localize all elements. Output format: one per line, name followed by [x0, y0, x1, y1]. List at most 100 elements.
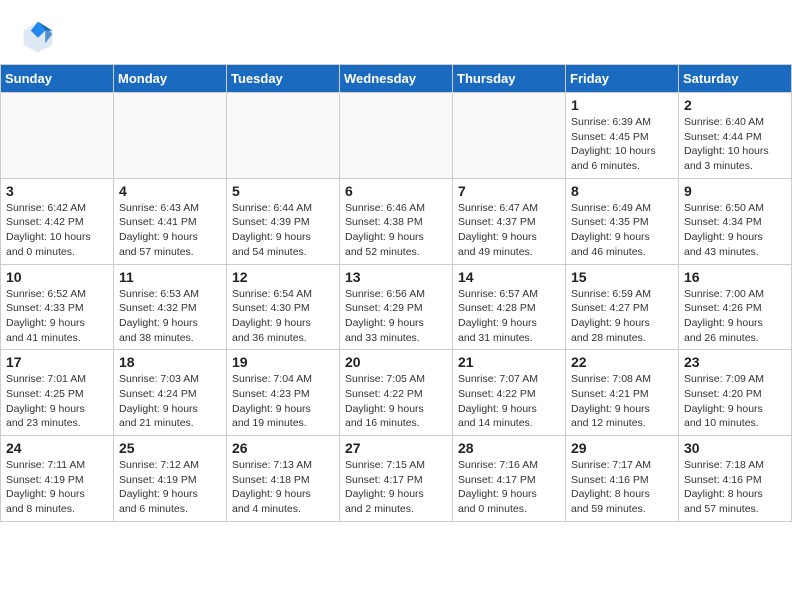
week-row-1: 1 Sunrise: 6:39 AM Sunset: 4:45 PM Daylig… [1, 93, 792, 179]
day-info: Sunrise: 7:03 AM Sunset: 4:24 PM Dayligh… [119, 372, 221, 431]
calendar-cell: 17 Sunrise: 7:01 AM Sunset: 4:25 PM Dayli… [1, 350, 114, 436]
calendar-cell: 4 Sunrise: 6:43 AM Sunset: 4:41 PM Daylig… [114, 178, 227, 264]
day-info: Sunrise: 6:43 AM Sunset: 4:41 PM Dayligh… [119, 201, 221, 260]
day-info: Sunrise: 7:18 AM Sunset: 4:16 PM Dayligh… [684, 458, 786, 517]
weekday-header-monday: Monday [114, 65, 227, 93]
weekday-header-wednesday: Wednesday [340, 65, 453, 93]
day-number: 2 [684, 97, 786, 113]
weekday-header-tuesday: Tuesday [227, 65, 340, 93]
day-info: Sunrise: 7:00 AM Sunset: 4:26 PM Dayligh… [684, 287, 786, 346]
day-info: Sunrise: 7:15 AM Sunset: 4:17 PM Dayligh… [345, 458, 447, 517]
day-number: 18 [119, 354, 221, 370]
day-number: 15 [571, 269, 673, 285]
day-number: 7 [458, 183, 560, 199]
weekday-header-thursday: Thursday [453, 65, 566, 93]
calendar-cell: 20 Sunrise: 7:05 AM Sunset: 4:22 PM Dayli… [340, 350, 453, 436]
calendar-cell: 13 Sunrise: 6:56 AM Sunset: 4:29 PM Dayli… [340, 264, 453, 350]
day-info: Sunrise: 7:08 AM Sunset: 4:21 PM Dayligh… [571, 372, 673, 431]
calendar-cell: 27 Sunrise: 7:15 AM Sunset: 4:17 PM Dayli… [340, 436, 453, 522]
day-number: 27 [345, 440, 447, 456]
day-number: 4 [119, 183, 221, 199]
day-info: Sunrise: 7:09 AM Sunset: 4:20 PM Dayligh… [684, 372, 786, 431]
calendar-cell: 29 Sunrise: 7:17 AM Sunset: 4:16 PM Dayli… [566, 436, 679, 522]
day-number: 1 [571, 97, 673, 113]
calendar-cell: 12Sunrise: 6:54 AM Sunset: 4:30 PM Dayli… [227, 264, 340, 350]
day-number: 8 [571, 183, 673, 199]
calendar-cell [1, 93, 114, 179]
weekday-header-friday: Friday [566, 65, 679, 93]
calendar-cell [453, 93, 566, 179]
day-info: Sunrise: 6:39 AM Sunset: 4:45 PM Dayligh… [571, 115, 673, 174]
calendar-cell: 26 Sunrise: 7:13 AM Sunset: 4:18 PM Dayli… [227, 436, 340, 522]
day-info: Sunrise: 6:50 AM Sunset: 4:34 PM Dayligh… [684, 201, 786, 260]
week-row-4: 17 Sunrise: 7:01 AM Sunset: 4:25 PM Dayli… [1, 350, 792, 436]
day-number: 13 [345, 269, 447, 285]
calendar-cell [227, 93, 340, 179]
day-info: Sunrise: 7:04 AM Sunset: 4:23 PM Dayligh… [232, 372, 334, 431]
day-number: 12 [232, 269, 334, 285]
day-number: 16 [684, 269, 786, 285]
day-number: 22 [571, 354, 673, 370]
day-number: 30 [684, 440, 786, 456]
calendar-cell: 9 Sunrise: 6:50 AM Sunset: 4:34 PM Daylig… [679, 178, 792, 264]
calendar-cell: 23 Sunrise: 7:09 AM Sunset: 4:20 PM Dayli… [679, 350, 792, 436]
day-info: Sunrise: 7:17 AM Sunset: 4:16 PM Dayligh… [571, 458, 673, 517]
day-number: 29 [571, 440, 673, 456]
calendar-cell: 16 Sunrise: 7:00 AM Sunset: 4:26 PM Dayli… [679, 264, 792, 350]
day-info: Sunrise: 6:46 AM Sunset: 4:38 PM Dayligh… [345, 201, 447, 260]
calendar-cell: 6 Sunrise: 6:46 AM Sunset: 4:38 PM Daylig… [340, 178, 453, 264]
day-number: 24 [6, 440, 108, 456]
day-number: 28 [458, 440, 560, 456]
calendar-cell: 10Sunrise: 6:52 AM Sunset: 4:33 PM Dayli… [1, 264, 114, 350]
day-number: 5 [232, 183, 334, 199]
week-row-5: 24 Sunrise: 7:11 AM Sunset: 4:19 PM Dayli… [1, 436, 792, 522]
day-number: 10 [6, 269, 108, 285]
calendar-cell: 1 Sunrise: 6:39 AM Sunset: 4:45 PM Daylig… [566, 93, 679, 179]
day-info: Sunrise: 7:01 AM Sunset: 4:25 PM Dayligh… [6, 372, 108, 431]
day-info: Sunrise: 7:11 AM Sunset: 4:19 PM Dayligh… [6, 458, 108, 517]
weekday-header-sunday: Sunday [1, 65, 114, 93]
calendar-cell: 25 Sunrise: 7:12 AM Sunset: 4:19 PM Dayli… [114, 436, 227, 522]
calendar-cell: 28 Sunrise: 7:16 AM Sunset: 4:17 PM Dayli… [453, 436, 566, 522]
day-info: Sunrise: 7:13 AM Sunset: 4:18 PM Dayligh… [232, 458, 334, 517]
calendar-cell: 18 Sunrise: 7:03 AM Sunset: 4:24 PM Dayli… [114, 350, 227, 436]
page-header [0, 0, 792, 64]
weekday-header-saturday: Saturday [679, 65, 792, 93]
day-number: 17 [6, 354, 108, 370]
calendar-cell: 15Sunrise: 6:59 AM Sunset: 4:27 PM Dayli… [566, 264, 679, 350]
day-number: 21 [458, 354, 560, 370]
day-info: Sunrise: 6:53 AM Sunset: 4:32 PM Dayligh… [119, 287, 221, 346]
calendar-cell [340, 93, 453, 179]
day-info: Sunrise: 6:42 AM Sunset: 4:42 PM Dayligh… [6, 201, 108, 260]
day-number: 23 [684, 354, 786, 370]
day-number: 11 [119, 269, 221, 285]
day-number: 3 [6, 183, 108, 199]
calendar-cell: 21 Sunrise: 7:07 AM Sunset: 4:22 PM Dayli… [453, 350, 566, 436]
day-number: 6 [345, 183, 447, 199]
weekday-header-row: SundayMondayTuesdayWednesdayThursdayFrid… [1, 65, 792, 93]
calendar-cell: 30 Sunrise: 7:18 AM Sunset: 4:16 PM Dayli… [679, 436, 792, 522]
calendar-cell: 5 Sunrise: 6:44 AM Sunset: 4:39 PM Daylig… [227, 178, 340, 264]
day-number: 26 [232, 440, 334, 456]
day-info: Sunrise: 7:16 AM Sunset: 4:17 PM Dayligh… [458, 458, 560, 517]
calendar-cell: 24 Sunrise: 7:11 AM Sunset: 4:19 PM Dayli… [1, 436, 114, 522]
day-number: 9 [684, 183, 786, 199]
calendar-cell: 14 Sunrise: 6:57 AM Sunset: 4:28 PM Dayli… [453, 264, 566, 350]
logo-icon [20, 18, 56, 54]
day-info: Sunrise: 6:47 AM Sunset: 4:37 PM Dayligh… [458, 201, 560, 260]
day-info: Sunrise: 6:40 AM Sunset: 4:44 PM Dayligh… [684, 115, 786, 174]
calendar-cell: 8Sunrise: 6:49 AM Sunset: 4:35 PM Daylig… [566, 178, 679, 264]
calendar-cell: 22 Sunrise: 7:08 AM Sunset: 4:21 PM Dayli… [566, 350, 679, 436]
day-info: Sunrise: 7:07 AM Sunset: 4:22 PM Dayligh… [458, 372, 560, 431]
logo [20, 18, 60, 54]
day-info: Sunrise: 6:44 AM Sunset: 4:39 PM Dayligh… [232, 201, 334, 260]
day-info: Sunrise: 7:05 AM Sunset: 4:22 PM Dayligh… [345, 372, 447, 431]
calendar-cell: 3 Sunrise: 6:42 AM Sunset: 4:42 PM Daylig… [1, 178, 114, 264]
week-row-2: 3 Sunrise: 6:42 AM Sunset: 4:42 PM Daylig… [1, 178, 792, 264]
day-info: Sunrise: 6:57 AM Sunset: 4:28 PM Dayligh… [458, 287, 560, 346]
day-info: Sunrise: 6:56 AM Sunset: 4:29 PM Dayligh… [345, 287, 447, 346]
day-number: 14 [458, 269, 560, 285]
day-number: 25 [119, 440, 221, 456]
day-number: 20 [345, 354, 447, 370]
day-info: Sunrise: 7:12 AM Sunset: 4:19 PM Dayligh… [119, 458, 221, 517]
